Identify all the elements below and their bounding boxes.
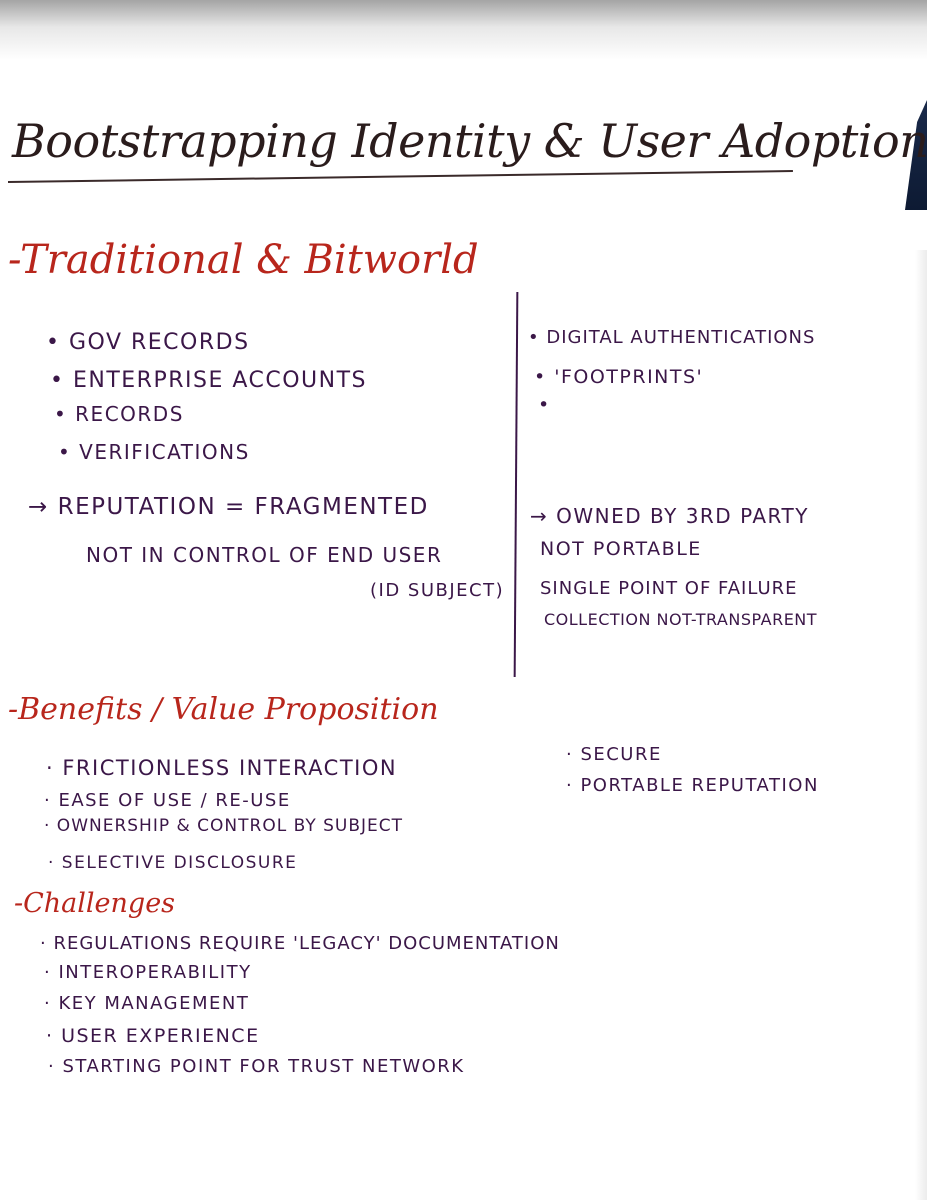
list-item: · SELECTIVE DISCLOSURE	[48, 853, 298, 873]
column-divider	[513, 291, 519, 678]
list-item: · USER EXPERIENCE	[46, 1025, 260, 1047]
note-reputation: → REPUTATION = FRAGMENTED	[28, 494, 429, 520]
top-shadow	[0, 0, 927, 60]
section-heading-traditional: -Traditional & Bitworld	[8, 237, 479, 283]
list-item: • RECORDS	[54, 402, 184, 426]
list-item: · EASE OF USE / RE-USE	[44, 790, 291, 811]
section-heading-challenges: -Challenges	[14, 888, 176, 919]
list-item: · PORTABLE REPUTATION	[566, 775, 819, 796]
note-control: NOT IN CONTROL OF END USER	[86, 543, 443, 567]
whiteboard-page: Bootstrapping Identity & User Adoption -…	[0, 0, 927, 1200]
list-item: • ENTERPRISE ACCOUNTS	[50, 368, 368, 393]
list-item: •	[538, 394, 551, 416]
note-portable: NOT PORTABLE	[540, 538, 702, 560]
note-collection: COLLECTION NOT-TRANSPARENT	[544, 610, 818, 629]
note-owned: → OWNED BY 3RD PARTY	[530, 504, 809, 528]
list-item: · REGULATIONS REQUIRE 'LEGACY' DOCUMENTA…	[40, 933, 560, 954]
list-item: • VERIFICATIONS	[58, 440, 250, 464]
list-item: · OWNERSHIP & CONTROL BY SUBJECT	[44, 816, 404, 836]
list-item: · SECURE	[566, 744, 662, 765]
page-title: Bootstrapping Identity & User Adoption	[12, 114, 927, 168]
note-failure: SINGLE POINT OF FAILURE	[540, 578, 798, 599]
note-id-subject: (ID SUBJECT)	[370, 580, 505, 601]
list-item: • 'FOOTPRINTS'	[534, 366, 704, 388]
list-item: · KEY MANAGEMENT	[44, 993, 250, 1014]
list-item: · FRICTIONLESS INTERACTION	[46, 756, 398, 780]
list-item: • DIGITAL AUTHENTICATIONS	[528, 327, 816, 348]
list-item: • GOV RECORDS	[46, 330, 250, 355]
title-underline	[7, 170, 793, 183]
section-heading-benefits: -Benefits / Value Proposition	[8, 692, 439, 727]
list-item: · STARTING POINT FOR TRUST NETWORK	[48, 1056, 465, 1077]
right-gradient-shadow	[915, 250, 927, 1200]
list-item: · INTEROPERABILITY	[44, 962, 252, 983]
